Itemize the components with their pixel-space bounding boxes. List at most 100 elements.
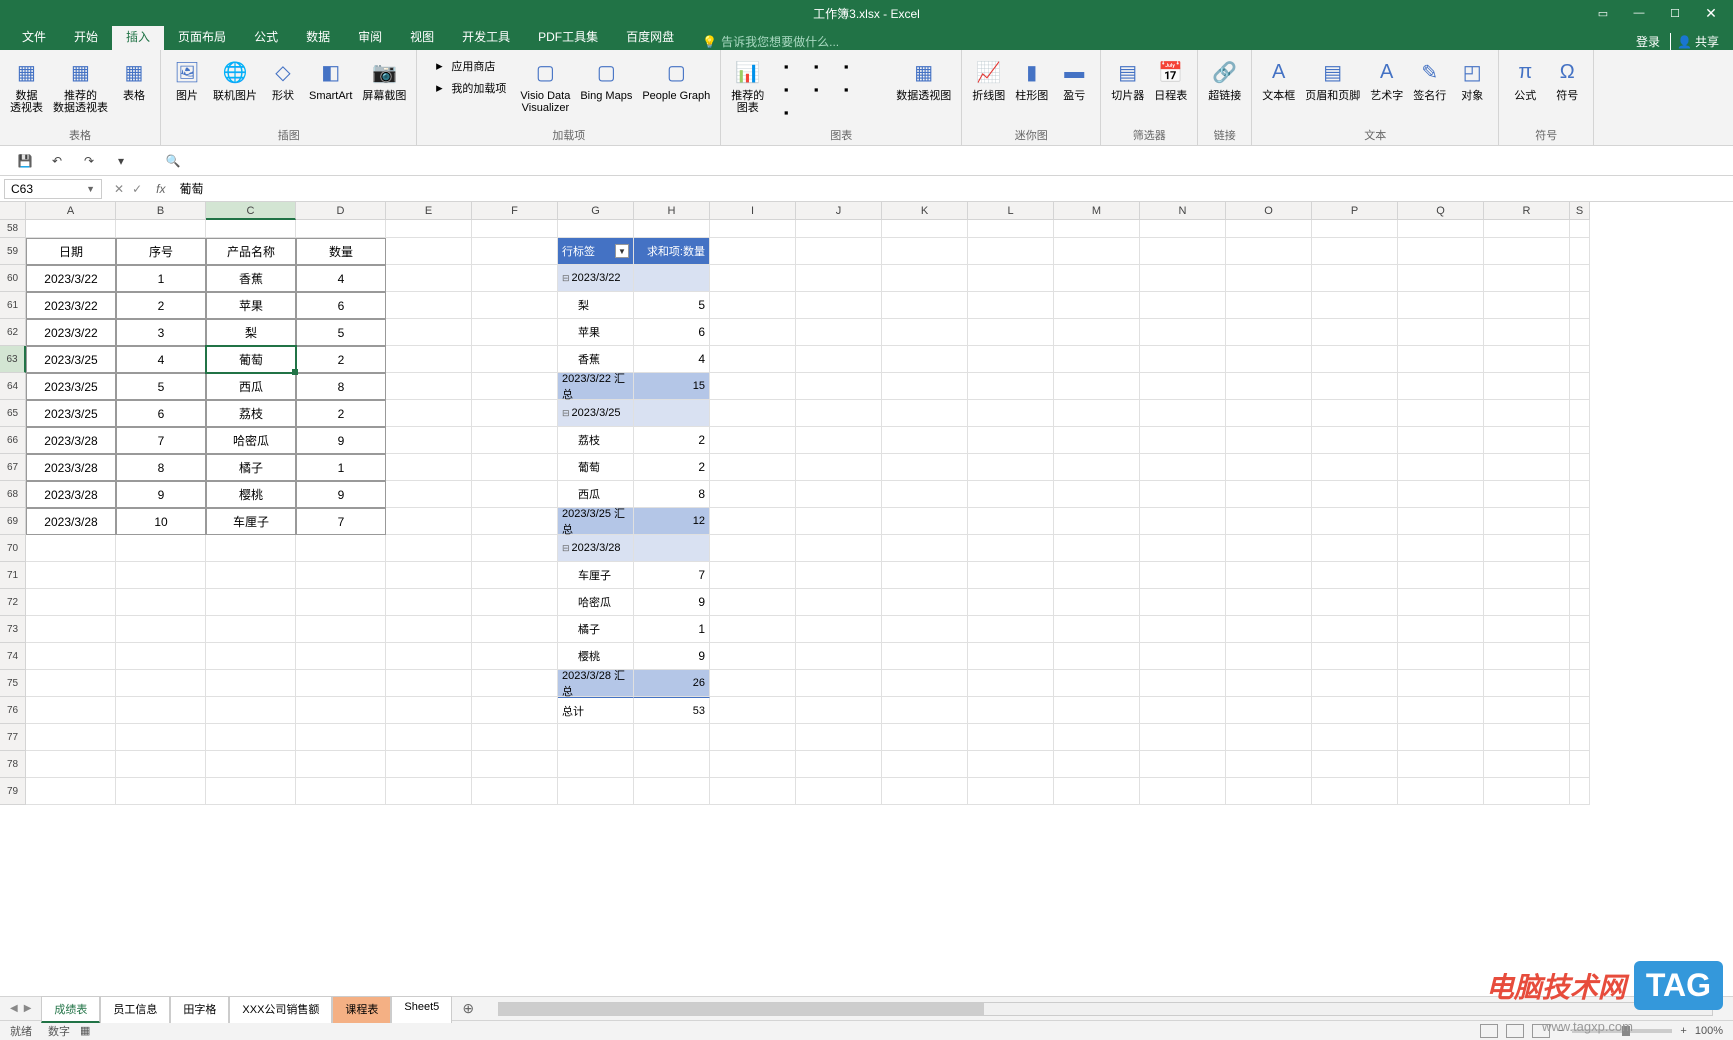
cell-M61[interactable]	[1054, 292, 1140, 319]
col-header-Q[interactable]: Q	[1398, 202, 1484, 220]
cell-Q76[interactable]	[1398, 697, 1484, 724]
cell-S63[interactable]	[1570, 346, 1590, 373]
cell-R65[interactable]	[1484, 400, 1570, 427]
cell-R69[interactable]	[1484, 508, 1570, 535]
cell-R63[interactable]	[1484, 346, 1570, 373]
cell-B78[interactable]	[116, 751, 206, 778]
cell-S66[interactable]	[1570, 427, 1590, 454]
cell-O67[interactable]	[1226, 454, 1312, 481]
cell-R64[interactable]	[1484, 373, 1570, 400]
cell-I76[interactable]	[710, 697, 796, 724]
cell-E61[interactable]	[386, 292, 472, 319]
cell-K71[interactable]	[882, 562, 968, 589]
cell-A78[interactable]	[26, 751, 116, 778]
cell-M70[interactable]	[1054, 535, 1140, 562]
cell-S75[interactable]	[1570, 670, 1590, 697]
tab-百度网盘[interactable]: 百度网盘	[612, 23, 688, 50]
cell-J77[interactable]	[796, 724, 882, 751]
accept-formula-icon[interactable]: ✓	[132, 182, 142, 196]
cell-G73[interactable]: 橘子	[558, 616, 634, 643]
cell-G66[interactable]: 荔枝	[558, 427, 634, 454]
cell-N71[interactable]	[1140, 562, 1226, 589]
ribbon-切片器[interactable]: ▤切片器	[1107, 54, 1148, 125]
cell-A59[interactable]: 日期	[26, 238, 116, 265]
row-header-63[interactable]: 63	[0, 346, 26, 373]
cell-C59[interactable]: 产品名称	[206, 238, 296, 265]
cell-B68[interactable]: 9	[116, 481, 206, 508]
cell-M62[interactable]	[1054, 319, 1140, 346]
cell-D76[interactable]	[296, 697, 386, 724]
cell-E74[interactable]	[386, 643, 472, 670]
cell-A63[interactable]: 2023/3/25	[26, 346, 116, 373]
cell-H73[interactable]: 1	[634, 616, 710, 643]
cell-M69[interactable]	[1054, 508, 1140, 535]
collapse-icon[interactable]: ⊟	[562, 543, 570, 554]
cell-J61[interactable]	[796, 292, 882, 319]
sheet-tab-Sheet5[interactable]: Sheet5	[391, 996, 452, 1023]
cell-L69[interactable]	[968, 508, 1054, 535]
sheet-tab-课程表[interactable]: 课程表	[332, 996, 391, 1023]
cell-E59[interactable]	[386, 238, 472, 265]
cell-K73[interactable]	[882, 616, 968, 643]
cell-J75[interactable]	[796, 670, 882, 697]
cell-J65[interactable]	[796, 400, 882, 427]
cell-E73[interactable]	[386, 616, 472, 643]
ribbon-公式[interactable]: π公式	[1505, 54, 1545, 125]
cell-J68[interactable]	[796, 481, 882, 508]
cell-G59[interactable]: 行标签▼	[558, 238, 634, 265]
formula-input[interactable]: 葡萄	[171, 180, 1733, 197]
cell-M72[interactable]	[1054, 589, 1140, 616]
cell-F68[interactable]	[472, 481, 558, 508]
cell-D77[interactable]	[296, 724, 386, 751]
cell-H78[interactable]	[634, 751, 710, 778]
cell-P69[interactable]	[1312, 508, 1398, 535]
col-header-F[interactable]: F	[472, 202, 558, 220]
cell-G78[interactable]	[558, 751, 634, 778]
row-header-74[interactable]: 74	[0, 643, 26, 670]
cell-A66[interactable]: 2023/3/28	[26, 427, 116, 454]
row-header-79[interactable]: 79	[0, 778, 26, 805]
cell-N79[interactable]	[1140, 778, 1226, 805]
cell-J58[interactable]	[796, 220, 882, 238]
cell-L60[interactable]	[968, 265, 1054, 292]
cell-E70[interactable]	[386, 535, 472, 562]
cell-O79[interactable]	[1226, 778, 1312, 805]
cell-R78[interactable]	[1484, 751, 1570, 778]
redo-icon[interactable]: ↷	[78, 150, 100, 172]
cell-D64[interactable]: 8	[296, 373, 386, 400]
cell-S74[interactable]	[1570, 643, 1590, 670]
cell-J78[interactable]	[796, 751, 882, 778]
cell-Q64[interactable]	[1398, 373, 1484, 400]
ribbon-options-icon[interactable]: ▭	[1587, 0, 1619, 26]
cell-E77[interactable]	[386, 724, 472, 751]
ribbon-日程表[interactable]: 📅日程表	[1150, 54, 1191, 125]
cell-I69[interactable]	[710, 508, 796, 535]
cell-E64[interactable]	[386, 373, 472, 400]
cell-B67[interactable]: 8	[116, 454, 206, 481]
cell-H68[interactable]: 8	[634, 481, 710, 508]
cell-N65[interactable]	[1140, 400, 1226, 427]
cell-S78[interactable]	[1570, 751, 1590, 778]
chart-type-柱[interactable]: ▪	[772, 56, 800, 77]
cell-G58[interactable]	[558, 220, 634, 238]
cell-D67[interactable]: 1	[296, 454, 386, 481]
cell-F75[interactable]	[472, 670, 558, 697]
cell-F66[interactable]	[472, 427, 558, 454]
cell-L79[interactable]	[968, 778, 1054, 805]
cell-H62[interactable]: 6	[634, 319, 710, 346]
cell-L76[interactable]	[968, 697, 1054, 724]
chart-type-面[interactable]: ▪	[802, 79, 830, 100]
cell-B63[interactable]: 4	[116, 346, 206, 373]
cell-A64[interactable]: 2023/3/25	[26, 373, 116, 400]
cell-A76[interactable]	[26, 697, 116, 724]
cell-S62[interactable]	[1570, 319, 1590, 346]
cell-O72[interactable]	[1226, 589, 1312, 616]
row-header-78[interactable]: 78	[0, 751, 26, 778]
row-header-58[interactable]: 58	[0, 220, 26, 238]
cell-S73[interactable]	[1570, 616, 1590, 643]
cell-H66[interactable]: 2	[634, 427, 710, 454]
cell-G77[interactable]	[558, 724, 634, 751]
cell-N63[interactable]	[1140, 346, 1226, 373]
cell-B70[interactable]	[116, 535, 206, 562]
cell-N70[interactable]	[1140, 535, 1226, 562]
